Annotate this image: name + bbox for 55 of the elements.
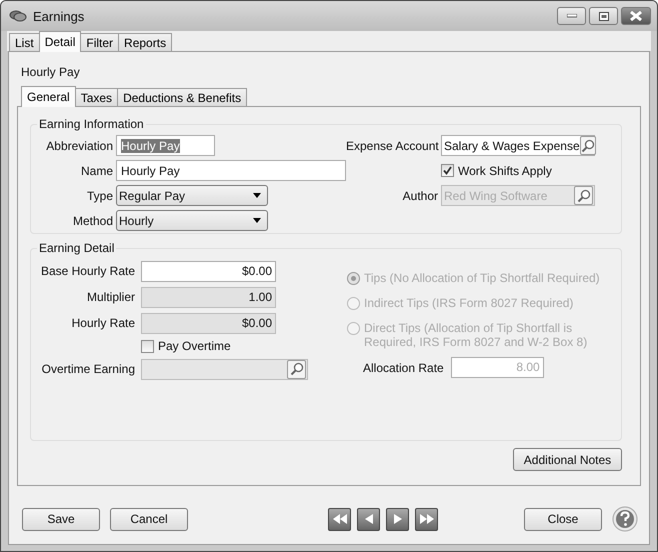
footer-button[interactable]: Cancel [110, 508, 188, 530]
group-title: Earning Detail [38, 241, 116, 255]
coins-icon [9, 9, 27, 23]
double-left-arrow-icon [332, 514, 346, 524]
tab[interactable]: Deductions & Benefits [117, 88, 248, 106]
left-arrow-icon [364, 514, 372, 524]
checkmark-icon [443, 166, 452, 175]
caret-icon [253, 193, 261, 198]
help-icon[interactable] [612, 506, 638, 532]
tab[interactable]: Taxes [74, 88, 118, 106]
maximize-button[interactable] [589, 7, 618, 25]
field-label: Type [86, 188, 114, 202]
field-label: Expense Account [346, 138, 440, 152]
tab[interactable]: General [21, 86, 76, 107]
dropdown[interactable]: Regular Pay [116, 185, 268, 206]
field-label: Name [80, 164, 114, 178]
tab[interactable]: List [9, 33, 40, 51]
dropdown[interactable]: Hourly [116, 210, 268, 231]
additional-notes-button[interactable]: Additional Notes [513, 448, 622, 471]
minimize-icon [566, 14, 576, 18]
window-title: Earnings [33, 8, 84, 24]
field-label: Overtime Earning [40, 362, 136, 376]
search-icon[interactable] [580, 136, 596, 155]
record-title: Hourly Pay [21, 65, 81, 81]
field-label: Multiplier [86, 290, 136, 304]
close-button[interactable]: Close [524, 508, 602, 530]
double-right-arrow-icon [420, 514, 434, 524]
field-label: Allocation Rate [363, 360, 445, 374]
text-field[interactable]: Hourly Pay [116, 160, 346, 181]
pay-overtime-checkbox[interactable]: Pay Overtime [141, 339, 231, 353]
field-label: Method [72, 214, 114, 228]
footer-button[interactable]: Save [22, 508, 100, 530]
text-field[interactable]: Hourly Pay [116, 135, 215, 156]
work-shifts-checkbox[interactable]: Work Shifts Apply [441, 164, 552, 178]
right-arrow-icon [394, 514, 402, 524]
lookup-field[interactable]: Salary & Wages Expense [441, 135, 595, 156]
number-field[interactable]: $0.00 [141, 260, 276, 282]
close-icon[interactable] [621, 7, 651, 25]
number-field[interactable]: 1.00 [141, 286, 276, 308]
field-label: Author [402, 188, 439, 202]
minimize-button[interactable] [557, 7, 586, 25]
field-label: Base Hourly Rate [40, 264, 136, 278]
number-field[interactable]: $0.00 [141, 312, 276, 334]
previous-record-button[interactable] [357, 508, 380, 530]
first-record-button[interactable] [328, 508, 351, 530]
next-record-button[interactable] [386, 508, 409, 530]
tab[interactable]: Detail [38, 31, 82, 52]
field-label: Abbreviation [45, 138, 114, 152]
caret-icon [253, 218, 261, 223]
maximize-icon [598, 12, 608, 20]
field-label: Hourly Rate [70, 316, 136, 330]
tab[interactable]: Filter [80, 33, 120, 51]
last-record-button[interactable] [415, 508, 438, 530]
group-title: Earning Information [38, 117, 145, 131]
tab[interactable]: Reports [118, 33, 172, 51]
